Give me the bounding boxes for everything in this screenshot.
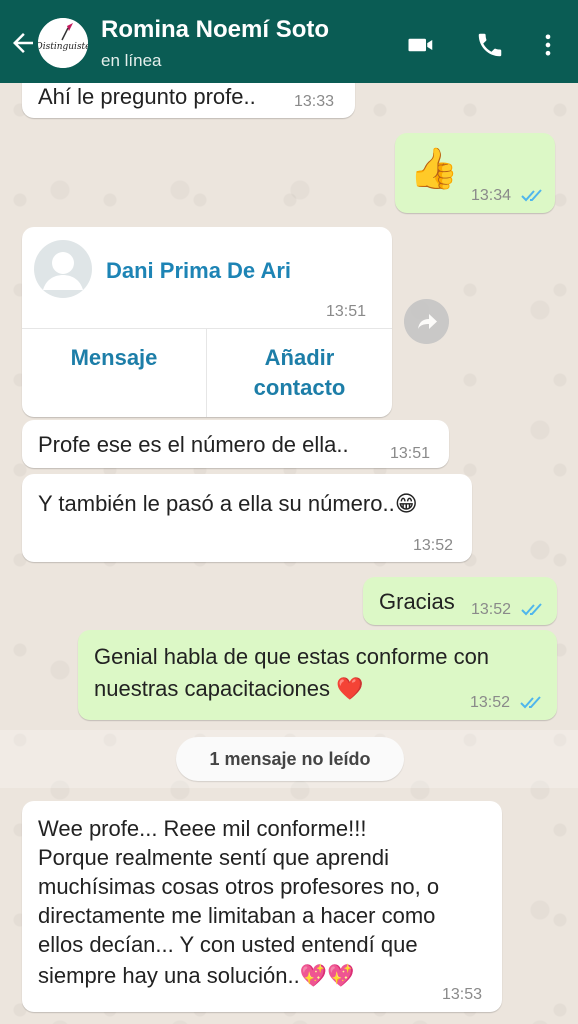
phone-icon[interactable]: [475, 30, 505, 60]
more-vert-icon[interactable]: [534, 30, 562, 60]
thumbs-up-emoji: 👍: [409, 147, 459, 191]
message-time: 13:52: [470, 694, 511, 711]
message-text-line: siempre hay una solución..💖💖: [38, 963, 355, 988]
back-arrow-icon[interactable]: [8, 28, 38, 58]
divider: [206, 328, 207, 417]
message-contact-button[interactable]: Mensaje: [22, 343, 206, 373]
video-call-icon[interactable]: [406, 30, 436, 60]
brand-logo-icon: Distinguiste: [38, 18, 88, 68]
message-text-line: Porque realmente sentí que aprendi: [38, 845, 390, 870]
contact-card[interactable]: Dani Prima De Ari 13:51 Mensaje Añadir c…: [22, 227, 392, 417]
chat-header: Distinguiste Romina Noemí Soto en línea: [0, 0, 578, 83]
message-time: 13:52: [471, 601, 512, 618]
message-incoming[interactable]: Y también le pasó a ella su número..😁 13…: [22, 474, 472, 562]
message-text-line: muchísimas cosas otros profesores no, o: [38, 874, 440, 899]
message-time: 13:51: [326, 303, 367, 320]
message-text-line: ellos decían... Y con usted entendí que: [38, 932, 418, 957]
double-check-icon: [520, 696, 541, 709]
message-outgoing[interactable]: Gracias 13:52: [363, 577, 557, 625]
message-text: Profe ese es el número de ella..: [38, 432, 349, 457]
contact-name[interactable]: Romina Noemí Soto: [101, 16, 329, 44]
presence-status: en línea: [101, 51, 162, 70]
message-text-line: nuestras capacitaciones ❤️: [94, 676, 364, 701]
message-text: Ahí le pregunto profe..: [38, 84, 256, 109]
message-time: 13:34: [471, 187, 512, 204]
forward-icon[interactable]: [404, 299, 449, 344]
message-text: Gracias: [379, 589, 455, 614]
contact-avatar-icon: [34, 240, 92, 298]
double-check-icon: [521, 189, 542, 202]
message-outgoing[interactable]: 👍 13:34: [395, 133, 555, 213]
message-time: 13:52: [413, 537, 454, 554]
message-text-line: Wee profe... Reee mil conforme!!!: [38, 816, 367, 841]
message-incoming[interactable]: Profe ese es el número de ella.. 13:51: [22, 420, 449, 468]
avatar[interactable]: Distinguiste: [38, 18, 88, 68]
message-text: Y también le pasó a ella su número..😁: [38, 491, 418, 516]
message-time: 13:51: [390, 445, 431, 462]
message-text-line: Genial habla de que estas conforme con: [94, 644, 490, 669]
shared-contact-name[interactable]: Dani Prima De Ari: [106, 258, 291, 284]
message-time: 13:33: [294, 93, 335, 110]
message-incoming[interactable]: Wee profe... Reee mil conforme!!! Porque…: [22, 801, 502, 1012]
add-contact-button[interactable]: Añadir contacto: [222, 343, 377, 403]
unread-messages-label: 1 mensaje no leído: [176, 737, 404, 781]
svg-text:Distinguiste: Distinguiste: [38, 42, 88, 52]
divider: [22, 328, 392, 329]
message-time: 13:53: [442, 986, 483, 1003]
message-outgoing[interactable]: Genial habla de que estas conforme con n…: [78, 630, 557, 720]
message-text-line: directamente me limitaban a hacer como: [38, 903, 436, 928]
double-check-icon: [521, 603, 542, 616]
